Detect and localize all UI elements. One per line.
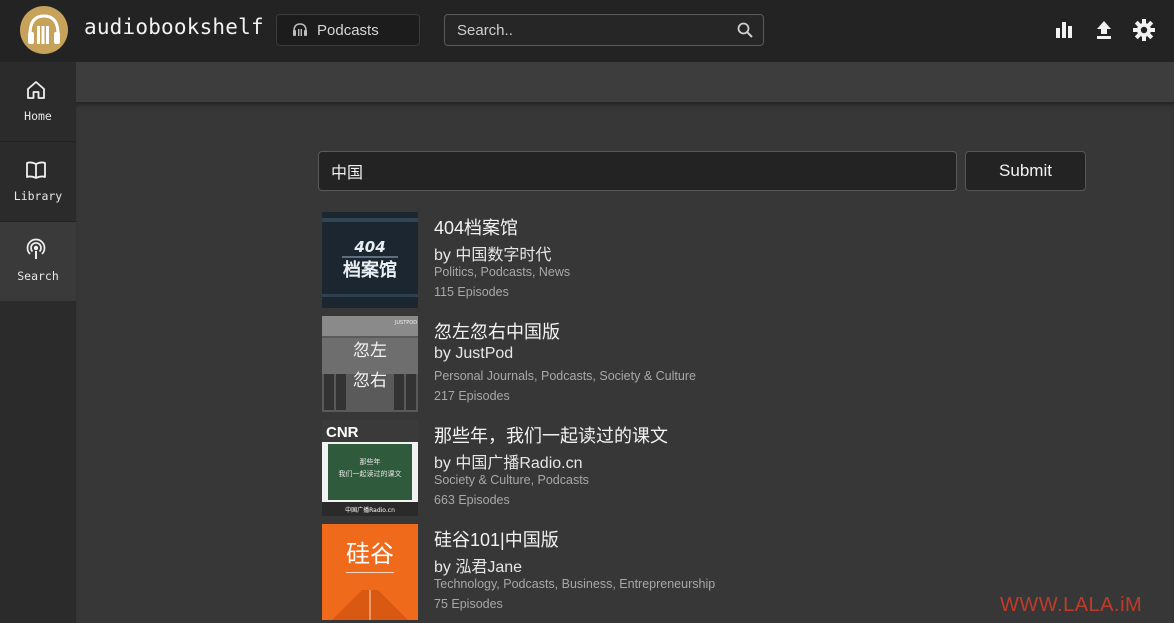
sidebar-item-library[interactable]: Library xyxy=(0,142,76,221)
search-result-item[interactable]: 硅谷 硅谷101|中国版 by 泓君Jane Technology, Podca… xyxy=(322,524,1102,620)
result-title[interactable]: 忽左忽右中国版 xyxy=(434,318,560,344)
result-author: by 中国数字时代 xyxy=(434,247,552,264)
result-episode-count: 115 Episodes xyxy=(434,285,509,299)
search-result-item[interactable]: 忽左 忽右 JUSTPOD 忽左忽右中国版 by JustPod Persona… xyxy=(322,316,1102,412)
sidebar-item-label: Search xyxy=(17,269,59,283)
podcast-cover[interactable]: 忽左 忽右 JUSTPOD xyxy=(322,316,418,412)
result-genres: Society & Culture, Podcasts xyxy=(434,473,589,487)
result-author: by 中国广播Radio.cn xyxy=(434,455,583,472)
result-author: by JustPod xyxy=(434,345,514,362)
sidebar-item-search[interactable]: Search xyxy=(0,222,76,301)
podcast-library-icon xyxy=(293,23,307,36)
home-icon xyxy=(27,81,45,99)
result-genres: Politics, Podcasts, News xyxy=(434,265,571,279)
svg-text:CNR: CNR xyxy=(326,424,359,441)
sidebar-item-label: Library xyxy=(13,189,63,203)
svg-text:JUSTPOD: JUSTPOD xyxy=(394,320,417,326)
svg-text:档案馆: 档案馆 xyxy=(343,259,397,281)
svg-text:忽左: 忽左 xyxy=(353,341,387,361)
svg-text:404: 404 xyxy=(353,238,385,256)
result-episode-count: 217 Episodes xyxy=(434,389,510,403)
podcast-cover[interactable]: 404 档案馆 xyxy=(322,212,418,308)
result-episode-count: 75 Episodes xyxy=(434,597,503,611)
sidebar-item-label: Home xyxy=(24,109,52,123)
podcast-search-input[interactable] xyxy=(318,151,957,191)
svg-text:我们一起读过的课文: 我们一起读过的课文 xyxy=(339,469,402,478)
global-search[interactable] xyxy=(444,14,764,46)
upload-icon[interactable] xyxy=(1092,18,1116,42)
podcast-cover[interactable]: 硅谷 xyxy=(322,524,418,620)
podcast-icon xyxy=(26,238,46,259)
result-title[interactable]: 硅谷101|中国版 xyxy=(434,526,559,552)
book-icon xyxy=(26,161,46,179)
search-icon[interactable] xyxy=(736,21,754,39)
library-selector[interactable]: Podcasts xyxy=(276,14,420,46)
svg-text:忽右: 忽右 xyxy=(353,371,387,391)
stats-icon[interactable] xyxy=(1052,18,1076,42)
result-title[interactable]: 那些年，我们一起读过的课文 xyxy=(434,422,668,448)
svg-text:硅谷: 硅谷 xyxy=(346,540,394,568)
sidebar: Home Library Search xyxy=(0,62,76,623)
library-selector-label: Podcasts xyxy=(317,21,379,39)
search-result-item[interactable]: CNR 那些年 我们一起读过的课文 中国广播Radio.cn 那些年，我们一起读… xyxy=(322,420,1102,516)
result-genres: Technology, Podcasts, Business, Entrepre… xyxy=(434,577,716,591)
svg-text:中国广播Radio.cn: 中国广播Radio.cn xyxy=(345,506,395,514)
top-bar: audiobookshelf Podcasts xyxy=(0,0,1174,62)
svg-text:那些年: 那些年 xyxy=(360,457,381,466)
watermark-text: WWW.LALA.iM xyxy=(1000,594,1143,616)
submit-button[interactable]: Submit xyxy=(965,151,1086,191)
headphones-books-icon xyxy=(28,14,60,44)
podcast-cover[interactable]: CNR 那些年 我们一起读过的课文 中国广播Radio.cn xyxy=(322,420,418,516)
search-result-item[interactable]: 404 档案馆 404档案馆 by 中国数字时代 Politics, Podca… xyxy=(322,212,1102,308)
global-search-input[interactable] xyxy=(445,15,735,45)
result-author: by 泓君Jane xyxy=(434,559,523,576)
sidebar-item-home[interactable]: Home xyxy=(0,62,76,141)
toolbar-strip xyxy=(76,62,1174,102)
result-genres: Personal Journals, Podcasts, Society & C… xyxy=(434,369,696,383)
app-title: audiobookshelf xyxy=(84,15,264,39)
app-logo[interactable] xyxy=(20,6,68,54)
result-title[interactable]: 404档案馆 xyxy=(434,214,518,240)
result-episode-count: 663 Episodes xyxy=(434,493,510,507)
settings-icon[interactable] xyxy=(1132,18,1156,42)
